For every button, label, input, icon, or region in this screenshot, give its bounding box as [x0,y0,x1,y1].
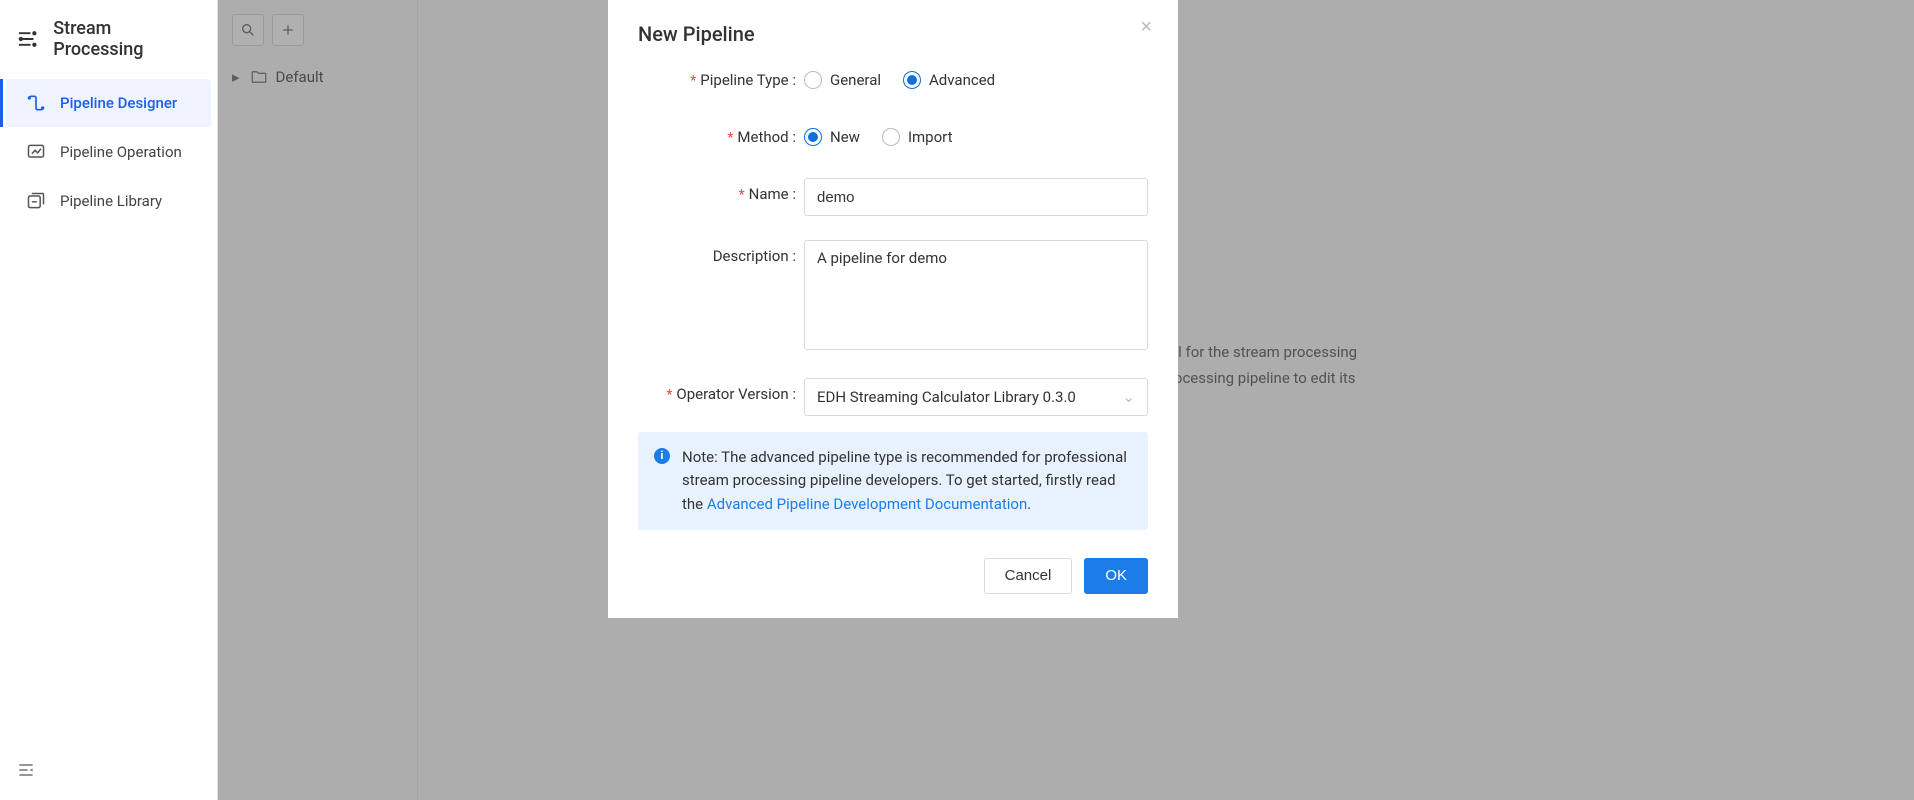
sidebar-item-pipeline-library[interactable]: Pipeline Library [6,177,211,225]
radio-label: Import [908,128,953,146]
label-pipeline-type: Pipeline Type [690,71,788,89]
radio-circle-icon [882,128,900,146]
label-method: Method [727,128,788,146]
radio-circle-icon [804,128,822,146]
method-radio-group: New Import [804,121,1148,153]
note-box: i Note: The advanced pipeline type is re… [638,432,1148,530]
radio-circle-icon [804,71,822,89]
sidebar-collapse[interactable] [16,760,36,784]
designer-icon [26,93,46,113]
ok-button[interactable]: OK [1084,558,1148,594]
sidebar-title: Stream Processing [53,18,201,60]
label-description: Description [713,247,789,265]
note-link[interactable]: Advanced Pipeline Development Documentat… [707,495,1027,513]
modal-title: New Pipeline [638,22,755,46]
operation-icon [26,142,46,162]
radio-label: Advanced [929,71,995,89]
description-textarea[interactable] [804,240,1148,350]
collapse-icon [16,760,36,780]
sidebar-item-pipeline-designer[interactable]: Pipeline Designer [6,79,211,127]
chevron-down-icon: ⌄ [1122,388,1135,406]
radio-advanced[interactable]: Advanced [903,71,995,89]
select-value: EDH Streaming Calculator Library 0.3.0 [817,388,1076,406]
operator-version-select[interactable]: EDH Streaming Calculator Library 0.3.0 ⌄ [804,378,1148,416]
radio-new[interactable]: New [804,128,860,146]
sidebar: Stream Processing Pipeline Designer Pipe… [0,0,218,800]
cancel-button[interactable]: Cancel [984,558,1073,594]
radio-label: New [830,128,860,146]
stream-icon [16,27,39,51]
sidebar-item-label: Pipeline Operation [60,143,182,161]
info-icon: i [654,448,670,464]
radio-general[interactable]: General [804,71,881,89]
name-input[interactable] [804,178,1148,216]
label-operator-version: Operator Version [666,385,788,403]
sidebar-header: Stream Processing [0,0,217,78]
close-button[interactable]: × [1140,16,1152,39]
sidebar-item-label: Pipeline Designer [60,94,177,112]
radio-label: General [830,71,881,89]
note-suffix: . [1027,495,1031,513]
library-icon [26,191,46,211]
sidebar-item-label: Pipeline Library [60,192,162,210]
new-pipeline-modal: New Pipeline × Pipeline Type : General A… [608,0,1178,618]
sidebar-item-pipeline-operation[interactable]: Pipeline Operation [6,128,211,176]
label-name: Name [739,185,789,203]
radio-circle-icon [903,71,921,89]
radio-import[interactable]: Import [882,128,953,146]
pipeline-type-radio-group: General Advanced [804,64,1148,96]
